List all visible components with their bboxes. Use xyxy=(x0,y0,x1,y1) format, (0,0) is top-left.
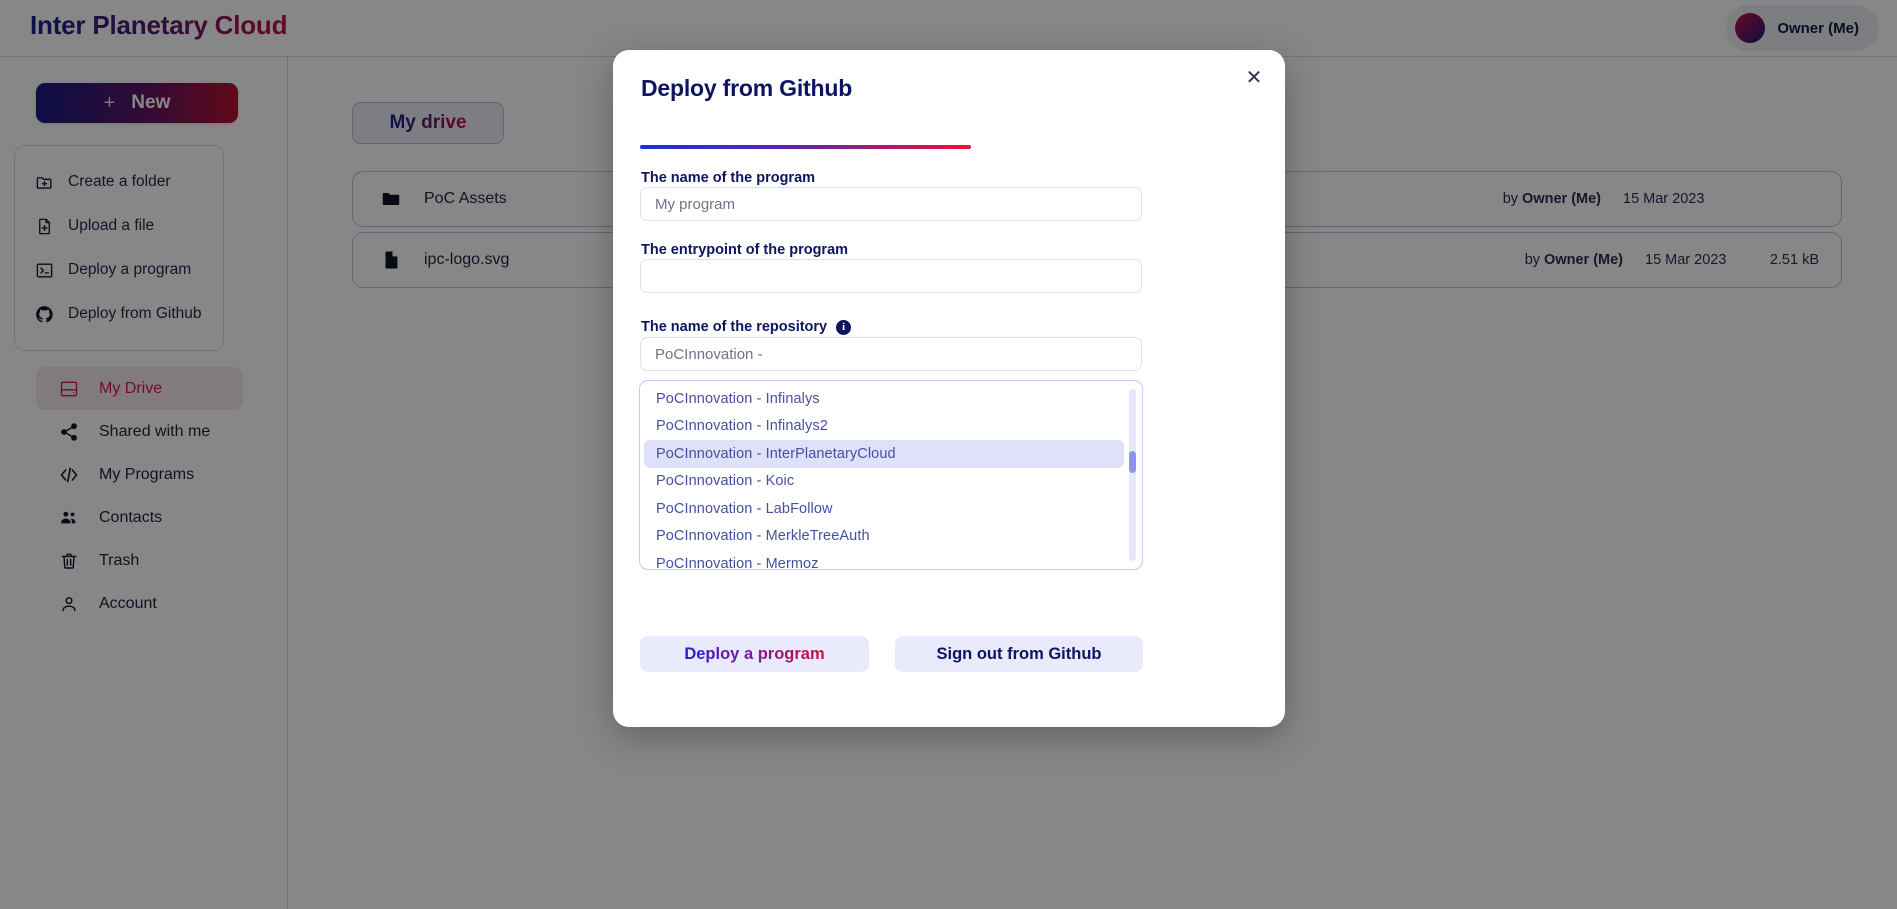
close-icon[interactable]: ✕ xyxy=(1239,63,1269,93)
repository-input[interactable] xyxy=(640,337,1142,371)
program-name-label: The name of the program xyxy=(641,170,816,186)
sign-out-button-label: Sign out from Github xyxy=(936,644,1102,663)
list-item[interactable]: PoCInnovation - Infinalys2 xyxy=(644,413,1124,441)
modal-title-underline xyxy=(640,145,971,149)
list-item[interactable]: PoCInnovation - Koic xyxy=(644,468,1124,496)
list-item[interactable]: PoCInnovation - LabFollow xyxy=(644,495,1124,523)
list-item[interactable]: PoCInnovation - Mermoz xyxy=(644,550,1124,569)
list-item[interactable]: PoCInnovation - Infinalys xyxy=(644,385,1124,413)
list-item[interactable]: PoCInnovation - InterPlanetaryCloud xyxy=(644,440,1124,468)
entrypoint-label: The entrypoint of the program xyxy=(641,242,849,258)
modal-title: Deploy from Github xyxy=(641,75,853,101)
repository-option-list: PoCInnovation - Infinalys PoCInnovation … xyxy=(644,385,1124,569)
deploy-button-label: Deploy a program xyxy=(684,644,825,663)
entrypoint-input[interactable] xyxy=(640,259,1142,293)
deploy-from-github-modal: ✕ Deploy from Github The name of the pro… xyxy=(613,50,1285,727)
deploy-a-program-button[interactable]: Deploy a program xyxy=(640,636,869,672)
scrollbar-track[interactable] xyxy=(1129,389,1136,561)
program-name-input[interactable] xyxy=(640,187,1142,221)
repository-dropdown: PoCInnovation - Infinalys PoCInnovation … xyxy=(639,380,1143,570)
list-item[interactable]: PoCInnovation - MerkleTreeAuth xyxy=(644,523,1124,551)
repository-label: The name of the repository i xyxy=(641,319,852,335)
sign-out-from-github-button[interactable]: Sign out from Github xyxy=(895,636,1143,672)
info-icon[interactable]: i xyxy=(836,319,852,335)
scrollbar-thumb[interactable] xyxy=(1129,450,1136,474)
